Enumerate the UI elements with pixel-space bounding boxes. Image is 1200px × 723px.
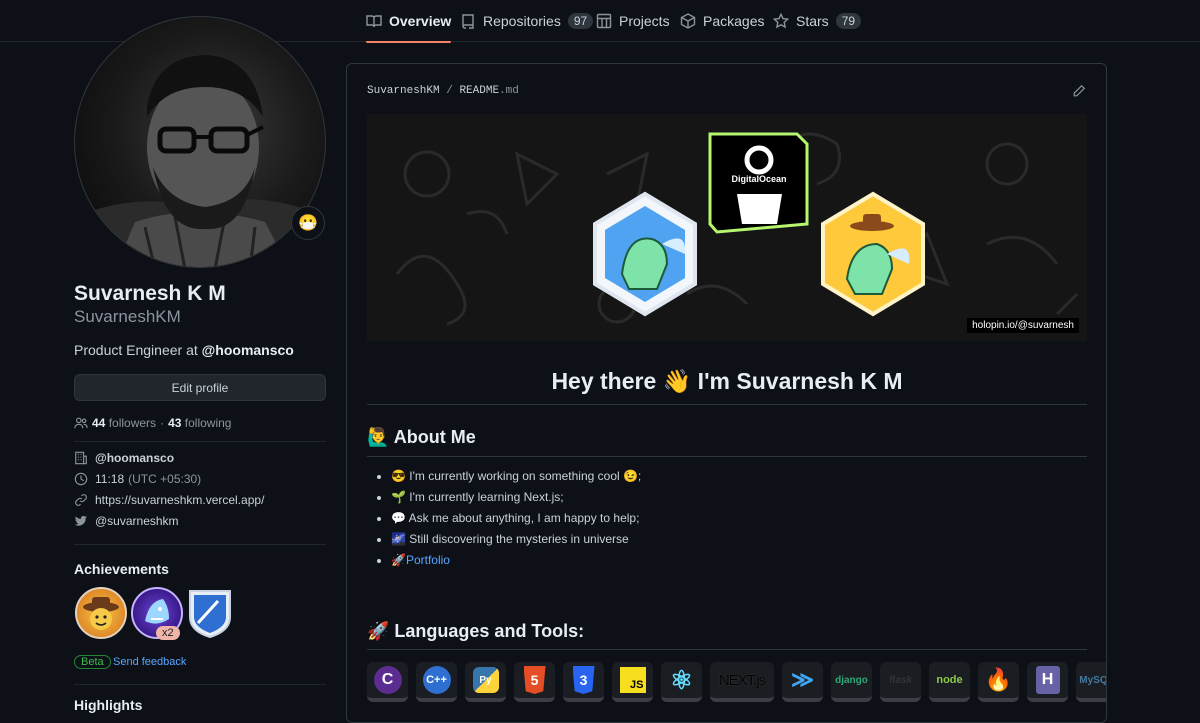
javascript-icon: JS bbox=[612, 662, 653, 702]
send-feedback-link[interactable]: Send feedback bbox=[113, 656, 186, 668]
highlights-heading: Highlights bbox=[74, 697, 143, 713]
tab-overview[interactable]: Overview bbox=[366, 0, 452, 43]
banner-image: DigitalOcean bbox=[395, 132, 1079, 326]
css3-icon: 3 bbox=[563, 662, 604, 702]
c-icon: C bbox=[367, 662, 408, 702]
python-icon: Py bbox=[465, 662, 506, 702]
status-emoji-button[interactable]: 😷 bbox=[291, 206, 325, 240]
followers-link[interactable]: 44 followers bbox=[92, 416, 156, 430]
dot-separator: · bbox=[160, 416, 165, 430]
shield-icon bbox=[189, 590, 231, 639]
people-icon bbox=[74, 417, 88, 429]
bio-org-link[interactable]: @hoomansco bbox=[202, 342, 294, 358]
cpp-icon: C++ bbox=[416, 662, 457, 702]
holopin-banner[interactable]: DigitalOcean holopin.io/@suvarnesh bbox=[367, 114, 1087, 341]
tab-label: Overview bbox=[389, 13, 452, 29]
divider bbox=[74, 684, 326, 685]
pencil-icon[interactable] bbox=[1072, 84, 1086, 98]
portfolio-link[interactable]: Portfolio bbox=[406, 553, 450, 567]
tab-label: Stars bbox=[796, 13, 829, 29]
list-item: 💬 Ask me about anything, I am happy to h… bbox=[391, 510, 641, 531]
tab-repositories[interactable]: Repositories 97 bbox=[460, 0, 594, 42]
avatar-photo bbox=[75, 55, 325, 267]
yolo-badge[interactable] bbox=[188, 587, 240, 639]
beta-label: Beta bbox=[74, 655, 111, 669]
nodejs-icon: node bbox=[929, 662, 970, 702]
repo-icon bbox=[462, 14, 474, 29]
following-link[interactable]: 43 following bbox=[168, 416, 231, 430]
star-icon bbox=[773, 13, 789, 29]
twitter-icon bbox=[74, 515, 88, 526]
divider bbox=[74, 441, 326, 442]
django-icon: django bbox=[831, 662, 872, 702]
table-icon bbox=[596, 13, 612, 29]
heading-rule bbox=[367, 456, 1087, 457]
react-icon: ⚛ bbox=[661, 662, 702, 702]
book-icon bbox=[366, 15, 382, 28]
readme-file[interactable]: README bbox=[459, 85, 499, 97]
vcard-org[interactable]: @hoomansco bbox=[74, 451, 174, 465]
mysql-icon: MySQL bbox=[1076, 662, 1106, 702]
list-item: 🌱 I'm currently learning Next.js; bbox=[391, 489, 641, 510]
about-heading: 🙋‍♂️ About Me bbox=[367, 427, 476, 447]
building-icon bbox=[75, 451, 87, 465]
banner-badge-text: DigitalOcean bbox=[731, 174, 786, 184]
stars-count: 79 bbox=[835, 13, 862, 29]
readme-hero-heading: Hey there 👋 I'm Suvarnesh K M bbox=[551, 368, 903, 394]
profile-login: SuvarneshKM bbox=[74, 307, 181, 326]
heroku-icon: H bbox=[1027, 662, 1068, 702]
list-item: 🌌 Still discovering the mysteries in uni… bbox=[391, 531, 641, 552]
readme-card: SuvarneshKM / README.md DigitalOcean hol… bbox=[346, 63, 1107, 723]
achievements-heading[interactable]: Achievements bbox=[74, 561, 169, 577]
tab-label: Repositories bbox=[483, 13, 561, 29]
tab-packages[interactable]: Packages bbox=[680, 0, 764, 42]
edit-profile-button[interactable]: Edit profile bbox=[74, 374, 326, 401]
flask-icon: flask bbox=[880, 662, 921, 702]
link-icon bbox=[75, 494, 87, 506]
list-item: 😎 I'm currently working on something coo… bbox=[391, 468, 641, 489]
tab-stars[interactable]: Stars 79 bbox=[773, 0, 862, 42]
readme-breadcrumb: SuvarneshKM / README.md bbox=[367, 85, 519, 97]
repositories-count: 97 bbox=[567, 13, 594, 29]
divider bbox=[74, 544, 326, 545]
vcard-localtime: 11:18 (UTC +05:30) bbox=[74, 472, 201, 486]
holopin-tag: holopin.io/@suvarnesh bbox=[967, 318, 1079, 333]
vcard-website[interactable]: https://suvarneshkm.vercel.app/ bbox=[74, 493, 264, 507]
clock-icon bbox=[74, 472, 88, 486]
tab-label: Projects bbox=[619, 13, 670, 29]
pair-extraordinaire-badge[interactable] bbox=[75, 587, 127, 639]
badge-multiplier: x2 bbox=[156, 626, 180, 640]
package-icon bbox=[680, 13, 696, 29]
vcard-twitter[interactable]: @suvarneshkm bbox=[74, 514, 179, 528]
avatar[interactable] bbox=[74, 16, 326, 268]
heading-rule bbox=[367, 404, 1087, 405]
html5-icon: 5 bbox=[514, 662, 555, 702]
profile-bio: Product Engineer at @hoomansco bbox=[74, 342, 294, 358]
tab-label: Packages bbox=[703, 13, 765, 29]
readme-owner-link[interactable]: SuvarneshKM bbox=[367, 85, 440, 97]
list-item: 🚀Portfolio bbox=[391, 552, 641, 573]
about-list: 😎 I'm currently working on something coo… bbox=[391, 468, 641, 573]
flutter-icon: ≫ bbox=[782, 662, 823, 702]
nextjs-icon: NEXT.js bbox=[710, 662, 774, 702]
tools-heading: 🚀 Languages and Tools: bbox=[367, 621, 585, 641]
cowboy-icon bbox=[83, 597, 119, 630]
tab-projects[interactable]: Projects bbox=[596, 0, 670, 42]
firebase-icon: 🔥 bbox=[978, 662, 1019, 702]
profile-name: Suvarnesh K M bbox=[74, 282, 226, 305]
tools-icon-row: C C++ Py 5 3 JS ⚛ NEXT.js ≫ django flask… bbox=[367, 662, 1106, 702]
follow-stats: 44 followers · 43 following bbox=[74, 416, 231, 430]
heading-rule bbox=[367, 649, 1087, 650]
